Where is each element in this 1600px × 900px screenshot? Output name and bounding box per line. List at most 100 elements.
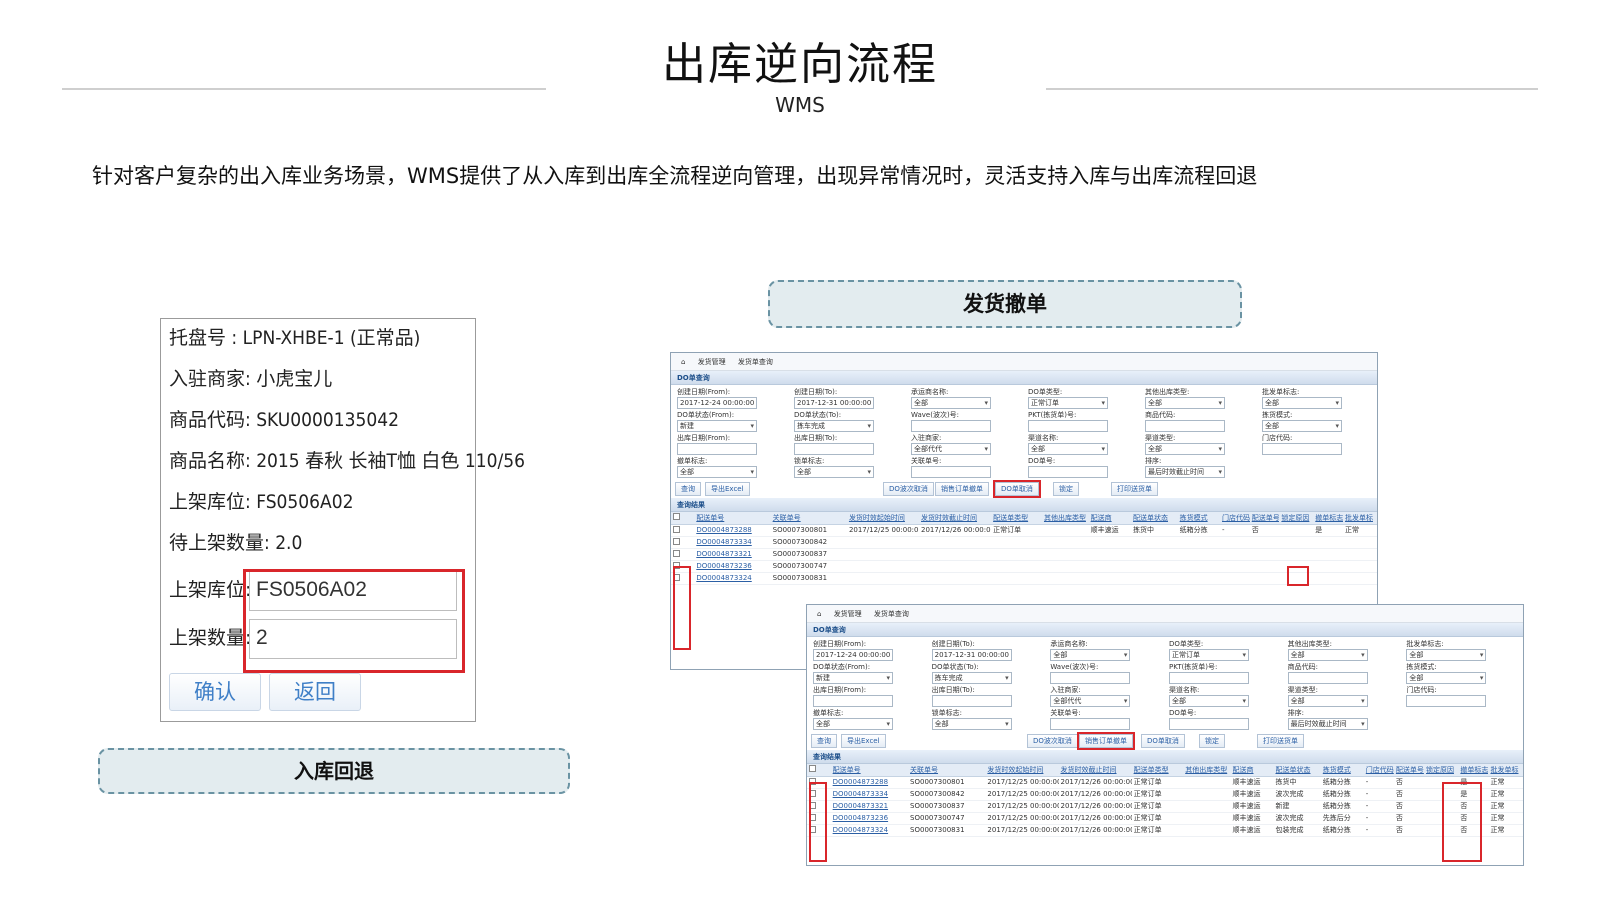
filter-input[interactable]	[1050, 672, 1131, 684]
toolbar-button[interactable]: 查询	[675, 482, 701, 496]
toolbar-button[interactable]: 导出Excel	[705, 482, 750, 496]
toolbar-button[interactable]: 销售订单撤单	[1077, 732, 1135, 750]
table-row[interactable]: DO0004873324 SO0007300831 2017/12/25 00:00…	[807, 824, 1523, 837]
filter-input[interactable]: 新建	[813, 672, 893, 684]
row-checkbox[interactable]	[671, 524, 695, 537]
column-header[interactable]: 配送商	[1230, 764, 1274, 777]
table-row[interactable]: DO0004873288 SO0007300801 2017/12/25 00:00…	[807, 776, 1523, 789]
filter-input[interactable]	[1168, 672, 1249, 684]
table-row[interactable]: DO0004873288 SO0007300801 2017/12/25 00:00…	[671, 524, 1377, 537]
column-header[interactable]: 配送单类型	[1131, 764, 1184, 777]
filter-input[interactable]	[931, 695, 1012, 707]
do-number-link[interactable]: DO0004873324	[830, 824, 909, 837]
filter-input[interactable]: 全部	[1168, 695, 1249, 707]
column-header[interactable]: 配送单号	[1249, 512, 1280, 525]
do-number-link[interactable]: DO0004873288	[694, 524, 771, 537]
filter-input[interactable]	[813, 695, 893, 707]
filter-input[interactable]	[911, 466, 991, 478]
row-checkbox[interactable]	[671, 572, 695, 585]
table-row[interactable]: DO0004873334 SO0007300842	[671, 536, 1377, 549]
filter-input[interactable]: 全部	[813, 718, 893, 730]
toolbar-button[interactable]: 销售订单撤单	[935, 482, 989, 496]
table-row[interactable]: DO0004873321 SO0007300837 2017/12/25 00:00…	[807, 800, 1523, 813]
filter-input[interactable]: 全部	[1287, 695, 1368, 707]
filter-input[interactable]: 全部	[1145, 397, 1225, 409]
do-number-link[interactable]: DO0004873334	[694, 536, 771, 549]
column-header[interactable]: 锁定原因	[1423, 764, 1459, 777]
filter-input[interactable]	[1287, 672, 1368, 684]
breadcrumb-item[interactable]: 发货管理	[834, 610, 862, 618]
filter-input[interactable]	[1028, 466, 1108, 478]
table-row[interactable]: DO0004873321 SO0007300837	[671, 548, 1377, 561]
confirm-button[interactable]: 确认	[169, 673, 261, 711]
column-header[interactable]: 配送单号	[694, 512, 771, 525]
do-number-link[interactable]: DO0004873236	[694, 560, 771, 573]
column-header[interactable]: 拣货模式	[1320, 764, 1364, 777]
table-row[interactable]: DO0004873324 SO0007300831	[671, 572, 1377, 585]
table-row[interactable]: DO0004873236 SO0007300747	[671, 560, 1377, 573]
filter-input[interactable]: 全部代代	[1050, 695, 1131, 707]
toolbar-button[interactable]: DO波次取消	[883, 482, 934, 496]
filter-input[interactable]: 全部	[1287, 649, 1368, 661]
toolbar-button[interactable]: DO单取消	[993, 480, 1041, 498]
filter-input[interactable]: 全部	[1262, 397, 1342, 409]
column-header[interactable]: 撤单标志	[1458, 764, 1489, 777]
column-header[interactable]: 发货时效起始时间	[846, 512, 920, 525]
do-number-link[interactable]: DO0004873321	[830, 800, 909, 813]
row-checkbox[interactable]	[807, 824, 831, 837]
filter-input[interactable]: 全部	[911, 397, 991, 409]
column-header[interactable]: 配送单状态	[1131, 512, 1178, 525]
filter-input[interactable]: 全部	[1406, 649, 1487, 661]
filter-input[interactable]	[1406, 695, 1487, 707]
row-checkbox[interactable]	[807, 776, 831, 789]
filter-input[interactable]: 最后时效截止时间	[1145, 466, 1225, 478]
filter-input[interactable]: 拣车完成	[931, 672, 1012, 684]
toolbar-button[interactable]: DO波次取消	[1027, 734, 1078, 748]
column-header[interactable]: 批发单标	[1488, 764, 1523, 777]
breadcrumb-item[interactable]: 发货单查询	[738, 358, 773, 366]
select-all-checkbox[interactable]	[807, 764, 831, 777]
filter-input[interactable]: 全部	[1406, 672, 1487, 684]
table-row[interactable]: DO0004873236 SO0007300747 2017/12/25 00:00…	[807, 812, 1523, 825]
toolbar-button[interactable]: 锁定	[1053, 482, 1079, 496]
column-header[interactable]: 其他出库类型	[1041, 512, 1089, 525]
column-header[interactable]: 门店代码	[1363, 764, 1394, 777]
filter-input[interactable]: 全部	[1145, 443, 1225, 455]
column-header[interactable]: 门店代码	[1220, 512, 1250, 525]
filter-input[interactable]: 2017-12-24 00:00:00	[677, 397, 757, 409]
breadcrumb-item[interactable]: 发货单查询	[874, 610, 909, 618]
column-header[interactable]: 撤单标志	[1313, 512, 1343, 525]
back-button[interactable]: 返回	[269, 673, 361, 711]
filter-input[interactable]: 拣车完成	[794, 420, 874, 432]
home-icon[interactable]: ⌂	[817, 610, 821, 618]
row-checkbox[interactable]	[671, 560, 695, 573]
home-icon[interactable]: ⌂	[681, 358, 685, 366]
filter-input[interactable]: 全部	[1028, 443, 1108, 455]
column-header[interactable]: 配送单号	[1393, 764, 1424, 777]
toolbar-button[interactable]: 打印送货单	[1111, 482, 1158, 496]
column-header[interactable]: 关联单号	[908, 764, 986, 777]
column-header[interactable]: 发货时效截止时间	[1058, 764, 1132, 777]
column-header[interactable]: 配送单状态	[1273, 764, 1321, 777]
toolbar-button[interactable]: 打印送货单	[1257, 734, 1304, 748]
column-header[interactable]: 批发单标	[1342, 512, 1377, 525]
filter-input[interactable]: 全部	[1262, 420, 1342, 432]
row-checkbox[interactable]	[671, 548, 695, 561]
row-checkbox[interactable]	[807, 788, 831, 801]
do-number-link[interactable]: DO0004873288	[830, 776, 909, 789]
filter-input[interactable]	[1168, 718, 1249, 730]
filter-input[interactable]: 2017-12-31 00:00:00	[931, 649, 1012, 661]
filter-input[interactable]: 全部代代	[911, 443, 991, 455]
breadcrumb-item[interactable]: 发货管理	[698, 358, 726, 366]
filter-input[interactable]: 正常订单	[1168, 649, 1249, 661]
toolbar-button[interactable]: 导出Excel	[841, 734, 886, 748]
do-number-link[interactable]: DO0004873236	[830, 812, 909, 825]
filter-input[interactable]: 2017-12-24 00:00:00	[813, 649, 893, 661]
row-checkbox[interactable]	[807, 800, 831, 813]
column-header[interactable]: 配送单号	[830, 764, 909, 777]
filter-input[interactable]	[794, 443, 874, 455]
do-number-link[interactable]: DO0004873334	[830, 788, 909, 801]
column-header[interactable]: 其他出库类型	[1183, 764, 1231, 777]
column-header[interactable]: 发货时效截止时间	[919, 512, 992, 525]
filter-input[interactable]	[677, 443, 757, 455]
